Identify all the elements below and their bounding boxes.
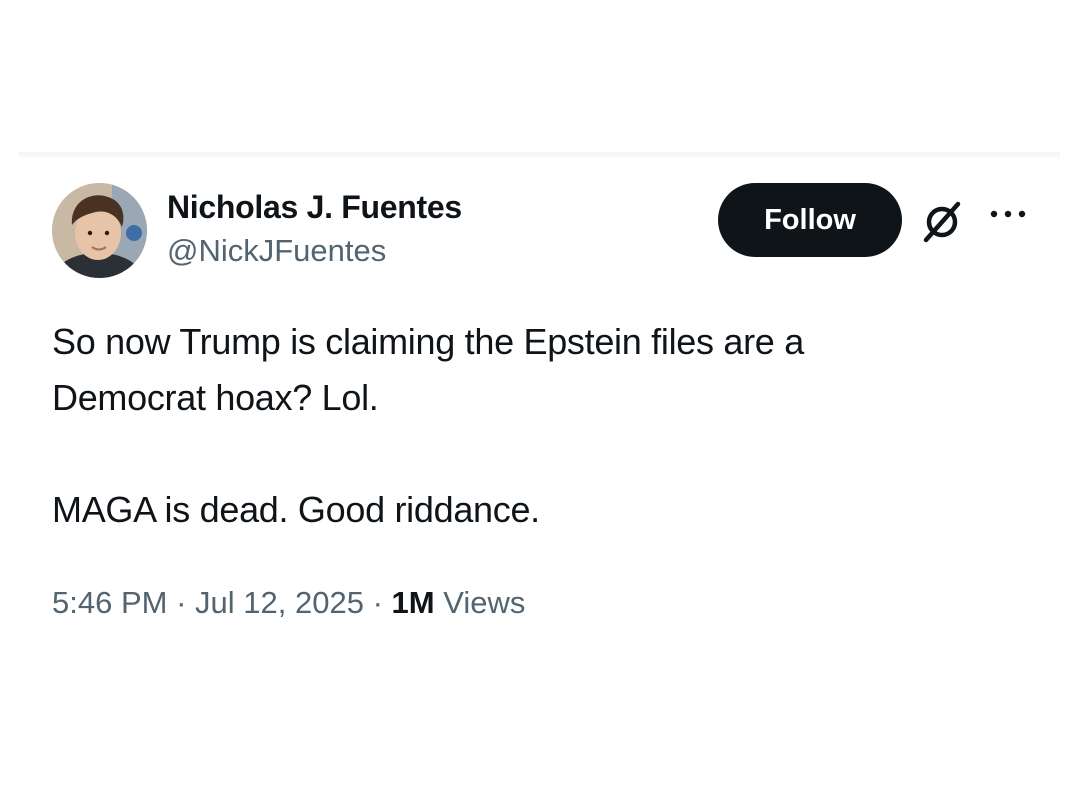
meta-separator: ·	[372, 585, 383, 620]
tweet-date[interactable]: Jul 12, 2025	[195, 585, 364, 620]
more-icon[interactable]	[988, 204, 1028, 224]
top-divider	[18, 152, 1060, 158]
tweet-time[interactable]: 5:46 PM	[52, 585, 167, 620]
display-name[interactable]: Nicholas J. Fuentes	[167, 185, 462, 229]
avatar-image	[52, 183, 147, 278]
tweet-text-line: Democrat hoax? Lol.	[52, 377, 379, 418]
views-label: Views	[443, 585, 526, 620]
author-info: Nicholas J. Fuentes @NickJFuentes	[167, 185, 462, 273]
tweet-text: So now Trump is claiming the Epstein fil…	[52, 314, 1012, 538]
tweet-meta: 5:46 PM · Jul 12, 2025 · 1M Views	[52, 581, 525, 625]
tweet-text-line: MAGA is dead. Good riddance.	[52, 489, 540, 530]
tweet-text-line: So now Trump is claiming the Epstein fil…	[52, 321, 804, 362]
follow-button[interactable]: Follow	[718, 183, 902, 257]
grok-icon[interactable]	[920, 200, 964, 244]
meta-separator: ·	[176, 585, 187, 620]
views-count: 1M	[391, 585, 435, 620]
avatar[interactable]	[52, 183, 147, 278]
user-handle[interactable]: @NickJFuentes	[167, 229, 462, 273]
tweet-screenshot: Nicholas J. Fuentes @NickJFuentes Follow…	[0, 0, 1080, 798]
